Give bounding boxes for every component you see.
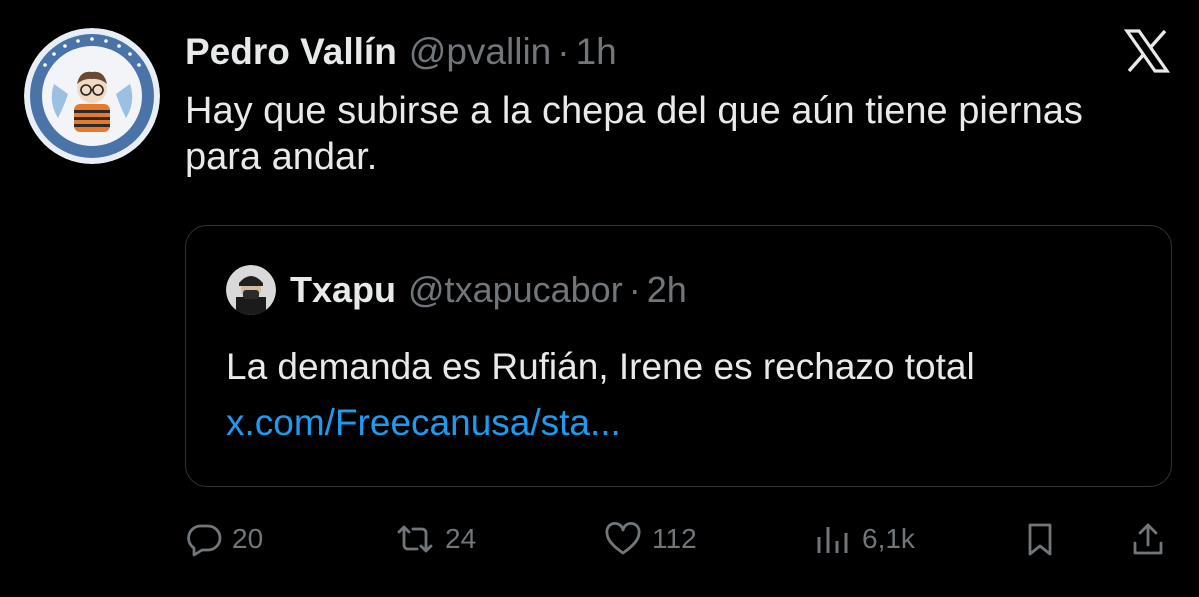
quote-author-name[interactable]: Txapu [290,267,396,313]
quote-separator-dot: · [628,269,641,310]
like-count: 112 [652,523,697,554]
author-handle[interactable]: @pvallin [409,28,551,76]
quote-author-avatar[interactable] [226,265,276,315]
repost-count: 24 [445,523,477,554]
reply-count: 20 [232,523,264,554]
quote-author-handle[interactable]: @txapucabor [408,267,623,313]
heart-icon [605,521,641,555]
tweet-time[interactable]: 1h [576,28,617,76]
share-icon [1133,523,1163,555]
reply-icon [187,524,222,557]
quote-link[interactable]: x.com/Freecanusa/sta... [226,402,621,443]
quote-time[interactable]: 2h [647,267,687,313]
quote-text-block: La demanda es Rufián, Irene es rechazo t… [226,339,1126,451]
views-icon [817,527,848,553]
quote-header: Txapu @txapucabor · 2h [290,267,687,313]
tweet-header: Pedro Vallín @pvallin · 1h [185,28,617,76]
x-logo-icon[interactable] [1123,28,1171,74]
quote-avatar-image [226,265,276,315]
avatar-image [24,28,160,164]
action-bar: 20 24 112 6,1k [186,514,1172,564]
bookmark-button[interactable] [1022,514,1058,564]
quote-text: La demanda es Rufián, Irene es rechazo t… [226,346,975,387]
quoted-tweet[interactable]: Txapu @txapucabor · 2h La demanda es Ruf… [185,225,1172,487]
like-button[interactable]: 112 [604,514,697,564]
tweet-text: Hay que subirse a la chepa del que aún t… [185,90,1083,178]
separator-dot: · [557,31,570,72]
author-avatar[interactable] [24,28,160,164]
bookmark-icon [1028,523,1052,556]
views-button[interactable]: 6,1k [814,514,915,564]
reply-button[interactable]: 20 [186,514,263,564]
repost-button[interactable]: 24 [395,514,476,564]
share-button[interactable] [1130,514,1166,564]
author-name[interactable]: Pedro Vallín [185,28,397,76]
views-count: 6,1k [862,523,915,554]
repost-icon [397,525,433,553]
